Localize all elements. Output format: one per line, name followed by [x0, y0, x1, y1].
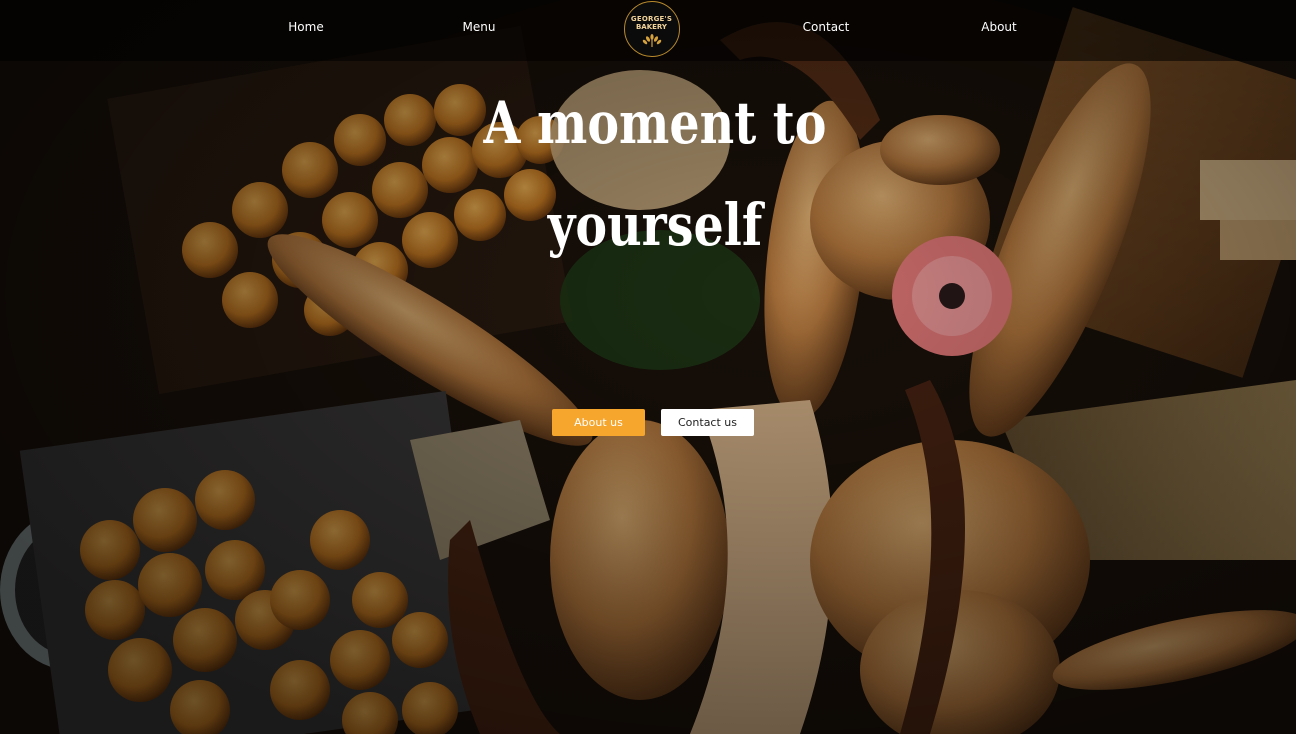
top-navigation-bar: Home Menu Contact About GEORGE'S BAKERY [0, 0, 1296, 61]
nav-home-link[interactable]: Home [246, 20, 366, 34]
nav-about-link[interactable]: About [939, 20, 1059, 34]
contact-us-button[interactable]: Contact us [661, 409, 754, 436]
logo-text-line1: GEORGE'S [630, 15, 673, 23]
logo-text-line2: BAKERY [635, 23, 668, 31]
nav-menu-link[interactable]: Menu [419, 20, 539, 34]
hero-headline: A moment to yourself [446, 72, 864, 276]
nav-contact-link[interactable]: Contact [766, 20, 886, 34]
wheat-icon [642, 34, 662, 47]
about-us-button[interactable]: About us [552, 409, 645, 436]
hero-headline-line2: yourself [547, 191, 763, 259]
hero-headline-line1: A moment to [483, 89, 827, 157]
bakery-logo[interactable]: GEORGE'S BAKERY [624, 1, 680, 57]
